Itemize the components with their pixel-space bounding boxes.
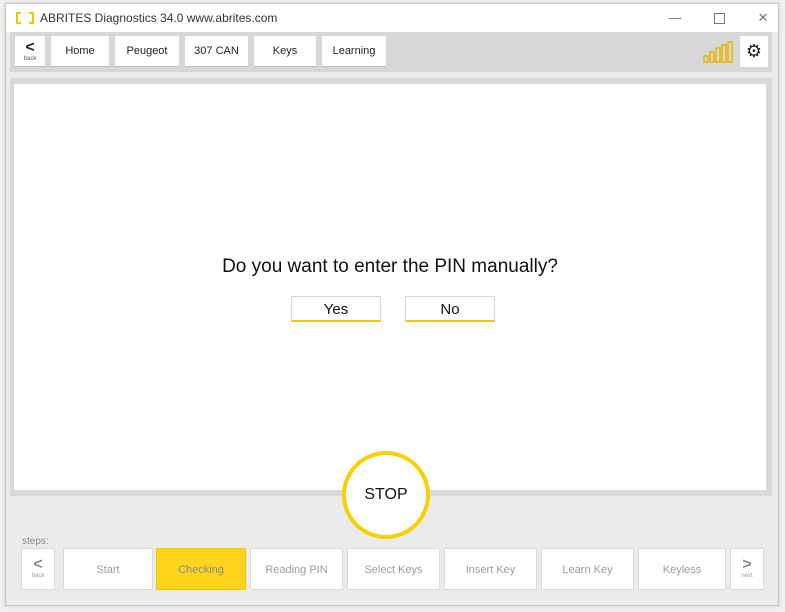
chevron-left-icon: < [33,556,43,573]
back-label: back [23,56,37,62]
step-start[interactable]: Start [63,548,153,590]
title-bar: ABRITES Diagnostics 34.0 www.abrites.com… [6,4,778,32]
settings-button[interactable]: ⚙ [740,36,768,67]
step-learn-key[interactable]: Learn Key [541,548,634,590]
breadcrumb-learning[interactable]: Learning [322,36,386,67]
step-reading-pin[interactable]: Reading PIN [250,548,343,590]
no-button[interactable]: No [405,296,495,322]
breadcrumb-keys[interactable]: Keys [254,36,316,67]
steps-next-button[interactable]: > next [730,548,764,590]
top-toolbar: < back Home Peugeot 307 CAN Keys Learnin… [10,32,772,72]
steps-label: steps: [22,536,49,547]
minimize-button[interactable]: — [664,8,686,28]
chevron-right-icon: > [742,556,752,573]
content-area: Do you want to enter the PIN manually? Y… [10,78,772,496]
steps-bar: < back Start Checking Reading PIN Select… [21,548,765,590]
close-button[interactable]: ✕ [752,8,774,28]
signal-strength-icon [703,41,733,63]
abrites-logo-icon [16,12,34,24]
breadcrumb-peugeot[interactable]: Peugeot [115,36,179,67]
breadcrumb-home[interactable]: Home [51,36,109,67]
step-insert-key[interactable]: Insert Key [444,548,537,590]
maximize-button[interactable] [708,8,730,28]
step-select-keys[interactable]: Select Keys [347,548,440,590]
yes-button[interactable]: Yes [291,296,381,322]
gear-icon: ⚙ [745,41,763,61]
chevron-left-icon: < [25,39,35,56]
breadcrumb-model[interactable]: 307 CAN [185,36,248,67]
dialog-question: Do you want to enter the PIN manually? [222,256,558,277]
dialog-panel: Do you want to enter the PIN manually? Y… [14,84,766,490]
maximize-icon [713,13,725,25]
steps-back-label: back [31,573,45,579]
window-title: ABRITES Diagnostics 34.0 www.abrites.com [40,11,278,25]
step-checking[interactable]: Checking [156,548,246,590]
steps-next-label: next [741,573,753,579]
stop-button[interactable]: STOP [342,451,430,539]
step-keyless[interactable]: Keyless [638,548,726,590]
steps-back-button[interactable]: < back [21,548,55,590]
back-button[interactable]: < back [15,36,45,67]
